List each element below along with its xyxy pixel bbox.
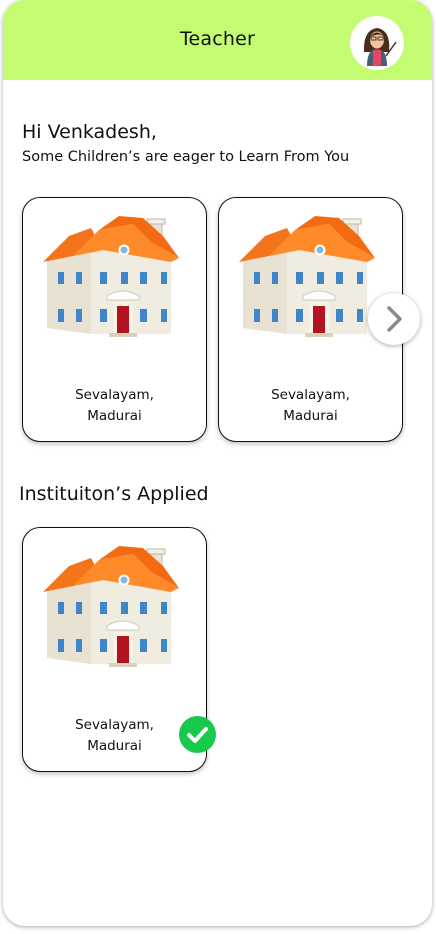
institution-card[interactable]: Sevalayam, Madurai (22, 197, 207, 442)
institution-name: Sevalayam, Madurai (219, 385, 402, 427)
institution-city: Madurai (87, 408, 142, 424)
phone-frame: Teacher Hi Venkadesh, Some Children’s ar… (3, 0, 432, 926)
check-icon (179, 716, 216, 753)
greeting-text: Hi Venkadesh, (22, 121, 157, 143)
building-icon (239, 216, 376, 338)
next-button[interactable] (368, 293, 420, 345)
header-bar: Teacher (3, 0, 432, 80)
institution-name-line1: Sevalayam, (75, 387, 154, 403)
institution-name: Sevalayam, Madurai (23, 385, 206, 427)
institution-name-line1: Sevalayam, (271, 387, 350, 403)
institution-city: Madurai (283, 408, 338, 424)
building-icon (43, 216, 180, 338)
building-icon (43, 546, 180, 668)
teacher-avatar-icon[interactable] (350, 16, 404, 70)
chevron-right-icon (387, 306, 402, 332)
subtitle-text: Some Children’s are eager to Learn From … (22, 149, 350, 165)
section-title: Instituiton’s Applied (19, 483, 209, 505)
